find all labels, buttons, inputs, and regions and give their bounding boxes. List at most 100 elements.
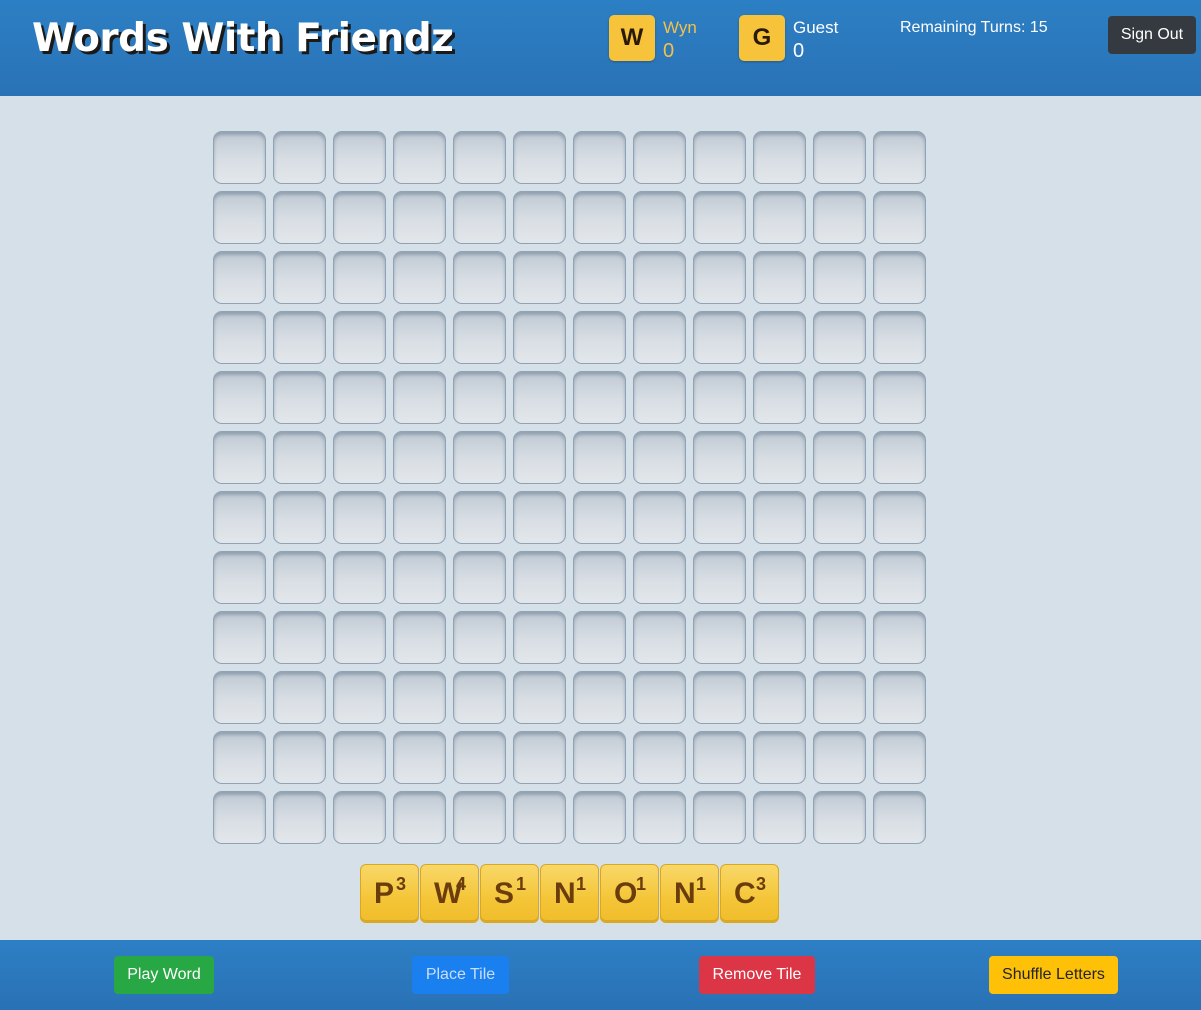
board-cell[interactable] bbox=[633, 671, 686, 724]
board-cell[interactable] bbox=[813, 791, 866, 844]
board-cell[interactable] bbox=[333, 611, 386, 664]
board-cell[interactable] bbox=[213, 311, 266, 364]
board-cell[interactable] bbox=[753, 311, 806, 364]
board-cell[interactable] bbox=[873, 671, 926, 724]
board-cell[interactable] bbox=[213, 551, 266, 604]
board-cell[interactable] bbox=[873, 431, 926, 484]
board-cell[interactable] bbox=[693, 731, 746, 784]
board-cell[interactable] bbox=[873, 791, 926, 844]
board-cell[interactable] bbox=[693, 431, 746, 484]
board-cell[interactable] bbox=[333, 671, 386, 724]
board-cell[interactable] bbox=[393, 251, 446, 304]
board-cell[interactable] bbox=[693, 791, 746, 844]
rack-tile[interactable]: N1 bbox=[660, 864, 719, 923]
board-cell[interactable] bbox=[333, 731, 386, 784]
board-cell[interactable] bbox=[513, 311, 566, 364]
board-cell[interactable] bbox=[213, 371, 266, 424]
board-cell[interactable] bbox=[753, 731, 806, 784]
board-cell[interactable] bbox=[693, 311, 746, 364]
shuffle-letters-button[interactable]: Shuffle Letters bbox=[989, 956, 1118, 994]
board-cell[interactable] bbox=[393, 551, 446, 604]
rack-tile[interactable]: O1 bbox=[600, 864, 659, 923]
board-cell[interactable] bbox=[693, 611, 746, 664]
board-cell[interactable] bbox=[273, 311, 326, 364]
board-cell[interactable] bbox=[393, 131, 446, 184]
board-cell[interactable] bbox=[573, 131, 626, 184]
board-cell[interactable] bbox=[873, 551, 926, 604]
board-cell[interactable] bbox=[393, 791, 446, 844]
board-cell[interactable] bbox=[753, 431, 806, 484]
board-cell[interactable] bbox=[273, 191, 326, 244]
board-cell[interactable] bbox=[573, 551, 626, 604]
board-cell[interactable] bbox=[513, 191, 566, 244]
board-cell[interactable] bbox=[273, 131, 326, 184]
board-cell[interactable] bbox=[273, 671, 326, 724]
board-cell[interactable] bbox=[633, 731, 686, 784]
board-cell[interactable] bbox=[513, 491, 566, 544]
board-cell[interactable] bbox=[213, 251, 266, 304]
board-cell[interactable] bbox=[213, 491, 266, 544]
board-cell[interactable] bbox=[633, 311, 686, 364]
board-cell[interactable] bbox=[873, 491, 926, 544]
board-cell[interactable] bbox=[633, 791, 686, 844]
board-cell[interactable] bbox=[573, 191, 626, 244]
board-cell[interactable] bbox=[873, 371, 926, 424]
board-cell[interactable] bbox=[813, 191, 866, 244]
board-cell[interactable] bbox=[453, 131, 506, 184]
board-cell[interactable] bbox=[813, 731, 866, 784]
board-cell[interactable] bbox=[573, 671, 626, 724]
board-cell[interactable] bbox=[513, 431, 566, 484]
board-cell[interactable] bbox=[333, 491, 386, 544]
board-cell[interactable] bbox=[513, 671, 566, 724]
board-cell[interactable] bbox=[693, 191, 746, 244]
board-cell[interactable] bbox=[813, 131, 866, 184]
board-cell[interactable] bbox=[393, 371, 446, 424]
board-cell[interactable] bbox=[453, 551, 506, 604]
board-cell[interactable] bbox=[453, 791, 506, 844]
board-cell[interactable] bbox=[753, 491, 806, 544]
board-cell[interactable] bbox=[753, 371, 806, 424]
rack-tile[interactable]: S1 bbox=[480, 864, 539, 923]
board-cell[interactable] bbox=[813, 491, 866, 544]
board-cell[interactable] bbox=[813, 311, 866, 364]
board-cell[interactable] bbox=[573, 791, 626, 844]
board-cell[interactable] bbox=[633, 431, 686, 484]
board-cell[interactable] bbox=[633, 371, 686, 424]
board-cell[interactable] bbox=[693, 371, 746, 424]
board-cell[interactable] bbox=[873, 251, 926, 304]
board-cell[interactable] bbox=[273, 731, 326, 784]
board-cell[interactable] bbox=[333, 131, 386, 184]
board-cell[interactable] bbox=[573, 731, 626, 784]
board-cell[interactable] bbox=[393, 611, 446, 664]
board-cell[interactable] bbox=[333, 431, 386, 484]
board-cell[interactable] bbox=[273, 611, 326, 664]
board-cell[interactable] bbox=[633, 251, 686, 304]
board-cell[interactable] bbox=[453, 491, 506, 544]
board-cell[interactable] bbox=[213, 611, 266, 664]
board-cell[interactable] bbox=[273, 431, 326, 484]
board-cell[interactable] bbox=[393, 431, 446, 484]
board-cell[interactable] bbox=[453, 611, 506, 664]
board-cell[interactable] bbox=[873, 131, 926, 184]
board-cell[interactable] bbox=[273, 791, 326, 844]
board-cell[interactable] bbox=[513, 731, 566, 784]
board-cell[interactable] bbox=[873, 611, 926, 664]
board-cell[interactable] bbox=[513, 251, 566, 304]
board-cell[interactable] bbox=[873, 311, 926, 364]
board-cell[interactable] bbox=[333, 551, 386, 604]
board-cell[interactable] bbox=[573, 311, 626, 364]
board-cell[interactable] bbox=[213, 731, 266, 784]
board-cell[interactable] bbox=[693, 671, 746, 724]
board-cell[interactable] bbox=[393, 311, 446, 364]
board-cell[interactable] bbox=[273, 491, 326, 544]
place-tile-button[interactable]: Place Tile bbox=[412, 956, 509, 994]
board-cell[interactable] bbox=[813, 551, 866, 604]
rack-tile[interactable]: N1 bbox=[540, 864, 599, 923]
board-cell[interactable] bbox=[753, 671, 806, 724]
board-cell[interactable] bbox=[213, 671, 266, 724]
board-cell[interactable] bbox=[333, 311, 386, 364]
board-cell[interactable] bbox=[633, 191, 686, 244]
board-cell[interactable] bbox=[873, 731, 926, 784]
board-cell[interactable] bbox=[393, 731, 446, 784]
board-cell[interactable] bbox=[333, 791, 386, 844]
